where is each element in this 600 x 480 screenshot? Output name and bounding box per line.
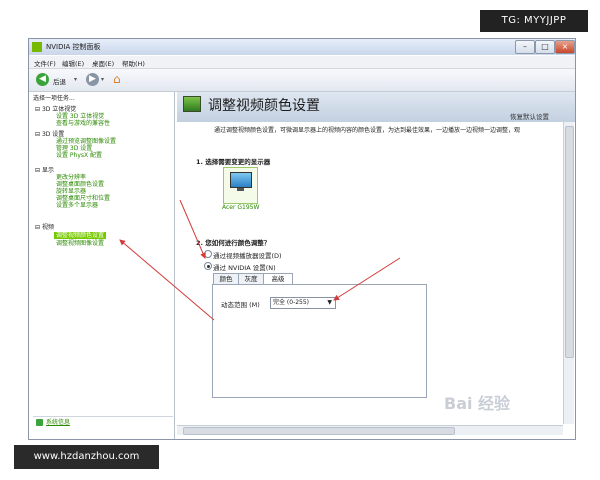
arrow-to-dropdown [333, 257, 401, 301]
watermark-bottom-left: www.hzdanzhou.com [14, 445, 159, 469]
arrow-to-radio [179, 199, 206, 259]
baidu-watermark: Bai 经验 [444, 394, 511, 413]
watermark-top-right: TG: MYYJJPP [480, 10, 588, 32]
arrow-to-sidebar [119, 239, 215, 321]
